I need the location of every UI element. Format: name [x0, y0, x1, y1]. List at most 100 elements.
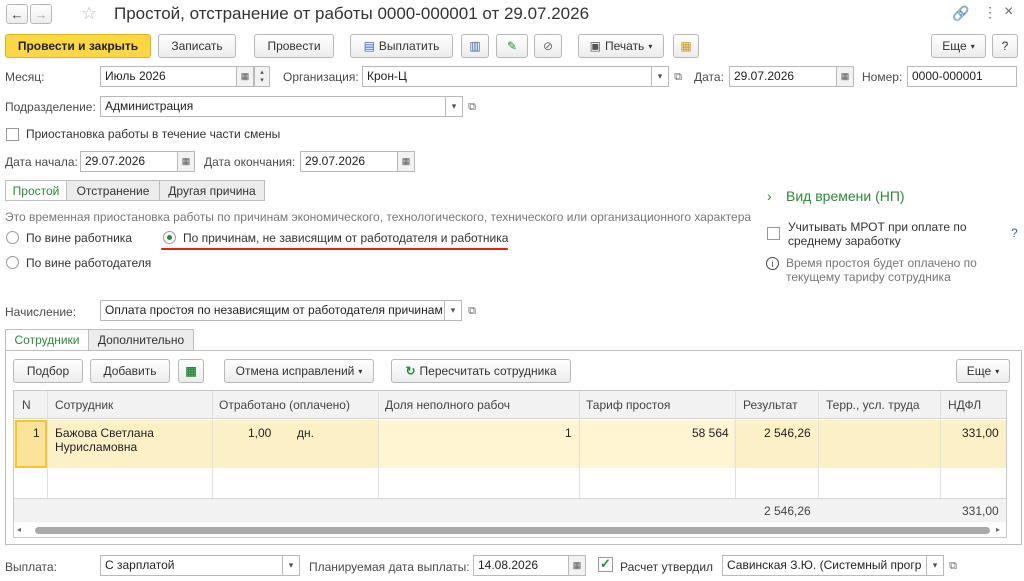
pick-button[interactable]: Подбор: [13, 359, 83, 383]
mrot-checkbox[interactable]: [767, 227, 780, 240]
dept-field[interactable]: Администрация: [100, 96, 446, 117]
scroll-right-arrow[interactable]: ▸: [996, 525, 1000, 534]
col-terr[interactable]: Терр., усл. труда: [826, 398, 920, 412]
radio-independent-label: По причинам, не зависящим от работодател…: [183, 231, 509, 245]
approved-checkbox[interactable]: ✓: [598, 557, 613, 572]
row-rate: 58 564: [692, 426, 729, 440]
forward-button[interactable]: →: [30, 4, 52, 24]
chevron-down-icon: ▾: [970, 41, 975, 51]
open-link-icon[interactable]: ⧉: [946, 559, 960, 573]
calendar-icon[interactable]: ▦: [397, 151, 415, 172]
calendar-icon[interactable]: ▦: [568, 555, 586, 576]
grid-more-button[interactable]: Еще ▾: [956, 359, 1010, 383]
pay-label: Выплата:: [5, 560, 57, 574]
edit-button[interactable]: ✎: [496, 34, 528, 58]
link-icon[interactable]: 🔗: [952, 5, 969, 22]
report-button[interactable]: ▦: [673, 34, 699, 58]
time-type-link[interactable]: Вид времени (НП): [786, 188, 905, 204]
add-row-icon-button[interactable]: ▦: [178, 359, 204, 383]
help-icon[interactable]: ?: [1011, 226, 1018, 240]
org-label: Организация:: [283, 70, 359, 84]
col-rate[interactable]: Тариф простоя: [586, 398, 670, 412]
col-result[interactable]: Результат: [743, 398, 798, 412]
help-button[interactable]: ?: [992, 34, 1018, 58]
more-button[interactable]: Еще ▾: [931, 34, 986, 58]
tab-employees[interactable]: Сотрудники: [5, 329, 89, 351]
tab-idle[interactable]: Простой: [5, 180, 67, 201]
accrual-label: Начисление:: [5, 305, 77, 319]
date-field[interactable]: 29.07.2026: [729, 66, 837, 87]
horizontal-scrollbar[interactable]: [35, 527, 990, 534]
save-button[interactable]: Записать: [158, 34, 236, 58]
end-date-field[interactable]: 29.07.2026: [300, 151, 398, 172]
accrual-field[interactable]: Оплата простоя по независящим от работод…: [100, 300, 445, 321]
row-ndfl: 331,00: [962, 426, 999, 440]
open-link-icon[interactable]: ⧉: [465, 100, 479, 114]
back-button[interactable]: ←: [6, 4, 28, 24]
col-share[interactable]: Доля неполного рабоч: [385, 398, 510, 412]
row-worked: 1,00: [248, 426, 272, 440]
date-label: Дата:: [694, 70, 724, 84]
star-icon[interactable]: ☆: [81, 3, 97, 24]
pay-label: Выплатить: [378, 39, 440, 53]
post-close-button[interactable]: Провести и закрыть: [5, 34, 151, 58]
post-button[interactable]: Провести: [254, 34, 334, 58]
pay-dropdown-icon[interactable]: ▾: [282, 555, 300, 576]
chevron-right-icon[interactable]: ›: [767, 188, 772, 204]
tab-additional[interactable]: Дополнительно: [88, 329, 194, 351]
pay-field[interactable]: С зарплатой: [100, 555, 283, 576]
page-title: Простой, отстранение от работы 0000-0000…: [114, 4, 590, 23]
number-field[interactable]: 0000-000001: [907, 66, 1017, 87]
info-text: Время простоя будет оплачено по текущему…: [786, 256, 977, 284]
chevron-down-icon: ▾: [358, 366, 363, 376]
cancel-fixes-button[interactable]: Отмена исправлений ▾: [224, 359, 374, 383]
partial-shift-checkbox[interactable]: [6, 128, 19, 141]
pay-button[interactable]: ▤ Выплатить: [350, 34, 453, 58]
row-number-cell[interactable]: [15, 420, 47, 468]
start-date-label: Дата начала:: [5, 155, 78, 169]
open-link-icon[interactable]: ⧉: [465, 304, 479, 318]
approver-dropdown-icon[interactable]: ▾: [926, 555, 944, 576]
menu-dots-icon[interactable]: ⋮: [983, 4, 997, 21]
start-date-field[interactable]: 29.07.2026: [80, 151, 178, 172]
calendar-icon[interactable]: ▦: [236, 66, 254, 87]
print-button[interactable]: ▣ Печать ▾: [578, 34, 664, 58]
accrual-dropdown-icon[interactable]: ▾: [444, 300, 462, 321]
total-result: 2 546,26: [764, 504, 811, 518]
recalc-button[interactable]: ↻ Пересчитать сотрудника: [391, 359, 571, 383]
approved-label: Расчет утвердил: [620, 560, 714, 574]
close-icon[interactable]: ×: [1004, 3, 1013, 21]
month-stepper[interactable]: ▴ ▾: [254, 66, 270, 87]
radio-employer-fault[interactable]: [6, 256, 19, 269]
document-list-icon: ▥: [469, 39, 481, 53]
col-ndfl[interactable]: НДФЛ: [948, 398, 981, 412]
radio-worker-fault[interactable]: [6, 231, 19, 244]
refresh-icon: ↻: [405, 364, 416, 378]
month-field[interactable]: Июль 2026: [100, 66, 237, 87]
dept-label: Подразделение:: [5, 100, 96, 114]
recalc-label: Пересчитать сотрудника: [419, 364, 557, 378]
col-employee[interactable]: Сотрудник: [55, 398, 113, 412]
plan-date-field[interactable]: 14.08.2026: [473, 555, 569, 576]
approver-field[interactable]: Савинская З.Ю. (Системный прогр: [722, 555, 927, 576]
radio-employer-fault-label: По вине работодателя: [26, 256, 152, 270]
col-worked[interactable]: Отработано (оплачено): [219, 398, 350, 412]
total-ndfl: 331,00: [962, 504, 999, 518]
row-number: 1: [33, 426, 40, 440]
radio-independent-reasons[interactable]: [163, 231, 176, 244]
add-button[interactable]: Добавить: [90, 359, 170, 383]
attach-button[interactable]: ⊘: [534, 34, 562, 58]
calendar-icon[interactable]: ▦: [836, 66, 854, 87]
org-field[interactable]: Крон-Ц: [362, 66, 652, 87]
tab-other-reason[interactable]: Другая причина: [159, 180, 265, 201]
tab-suspension[interactable]: Отстранение: [66, 180, 160, 201]
printer-icon: ▣: [589, 39, 601, 53]
dept-dropdown-icon[interactable]: ▾: [445, 96, 463, 117]
open-link-icon[interactable]: ⧉: [671, 70, 685, 84]
org-dropdown-icon[interactable]: ▾: [651, 66, 669, 87]
scroll-left-arrow[interactable]: ◂: [17, 525, 21, 534]
calendar-icon[interactable]: ▦: [177, 151, 195, 172]
col-n[interactable]: N: [22, 398, 31, 412]
partial-shift-label: Приостановка работы в течение части смен…: [26, 127, 281, 141]
list-doc-button[interactable]: ▥: [461, 34, 489, 58]
